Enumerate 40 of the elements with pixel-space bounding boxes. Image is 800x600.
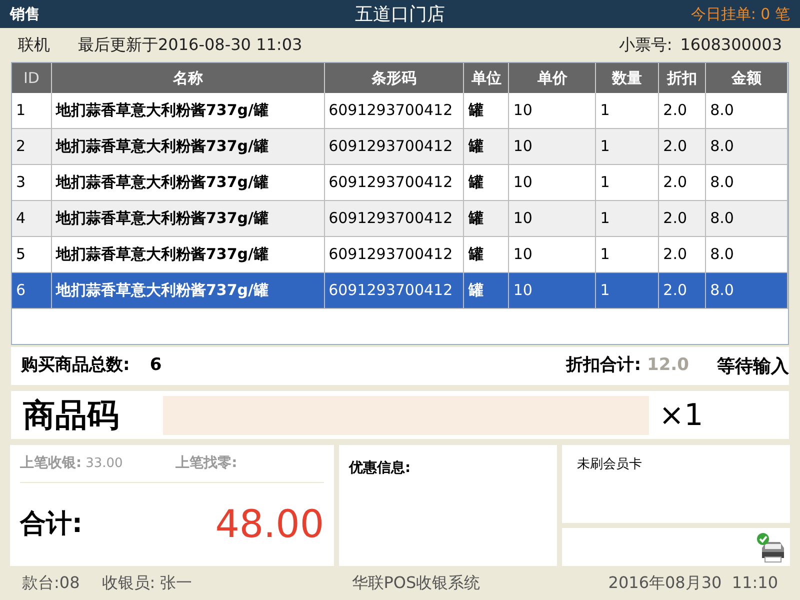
mode-label: 销售 bbox=[10, 4, 41, 25]
table-cell: 罐 bbox=[464, 273, 510, 309]
date-time: 2016年08月30 11:10 bbox=[608, 572, 778, 594]
table-row[interactable]: 5 地扪蒜香草意大利粉酱737g/罐 6091293700412 罐 10 1 2.0 8.0 bbox=[12, 237, 788, 273]
product-code-label: 商品码 bbox=[23, 395, 120, 436]
store-name: 五道口门店 bbox=[354, 2, 446, 26]
table-cell: 1 bbox=[596, 273, 660, 309]
connection-status: 联机 bbox=[18, 34, 50, 56]
last-update: 最后更新于2016-08-30 11:03 bbox=[78, 34, 304, 56]
system-name: 华联POS收银系统 bbox=[352, 572, 482, 594]
discount-label: 折扣合计: bbox=[566, 354, 641, 378]
table-row[interactable]: 6 地扪蒜香草意大利粉酱737g/罐 6091293700412 罐 10 1 2.0 8.0 bbox=[12, 273, 788, 309]
receipt-number: 1608300003 bbox=[680, 34, 782, 56]
quantity-multiplier: ×1 bbox=[659, 396, 704, 434]
last-change-label: 上笔找零: bbox=[176, 454, 238, 473]
promo-label: 优惠信息: bbox=[349, 460, 411, 476]
table-cell: 10 bbox=[509, 273, 596, 309]
product-code-field[interactable] bbox=[163, 396, 649, 434]
table-cell: 6091293700412 bbox=[324, 273, 464, 309]
item-count: 6 bbox=[150, 354, 163, 378]
terminal-number: 款台:08 bbox=[22, 572, 80, 594]
last-paid-label: 上笔收银: bbox=[20, 454, 82, 473]
cashier-name: 收银员: 张一 bbox=[102, 572, 194, 594]
table-row[interactable]: 4 地扪蒜香草意大利粉酱737g/罐 6091293700412 罐 10 1 2.0 8.0 bbox=[12, 201, 788, 237]
pending-orders: 今日挂单: 0 笔 bbox=[690, 4, 790, 25]
table-cell: 2.0 bbox=[659, 273, 706, 309]
table-row[interactable]: 1 地扪蒜香草意大利粉酱737g/罐 6091293700412 罐 10 1 2.0 8.0 bbox=[12, 93, 788, 129]
input-status: 等待输入 bbox=[717, 354, 789, 378]
table-row[interactable]: 2 地扪蒜香草意大利粉酱737g/罐 6091293700412 罐 10 1 2.0 8.0 bbox=[12, 129, 788, 165]
last-paid: 33.00 bbox=[86, 454, 124, 473]
table-cell: 地扪蒜香草意大利粉酱737g/罐 bbox=[52, 273, 325, 309]
item-count-label: 购买商品总数: bbox=[21, 354, 130, 378]
table-row[interactable]: 3 地扪蒜香草意大利粉酱737g/罐 6091293700412 罐 10 1 2.0 8.0 bbox=[12, 165, 788, 201]
table-cell: 8.0 bbox=[706, 273, 788, 309]
member-status: 未刷会员卡 bbox=[577, 457, 642, 472]
total-amount: 48.00 bbox=[215, 501, 324, 548]
table-cell: 6 bbox=[12, 273, 52, 309]
receipt-label: 小票号: bbox=[618, 34, 672, 56]
total-label: 合计: bbox=[20, 508, 82, 541]
discount-total: 12.0 bbox=[647, 354, 690, 378]
